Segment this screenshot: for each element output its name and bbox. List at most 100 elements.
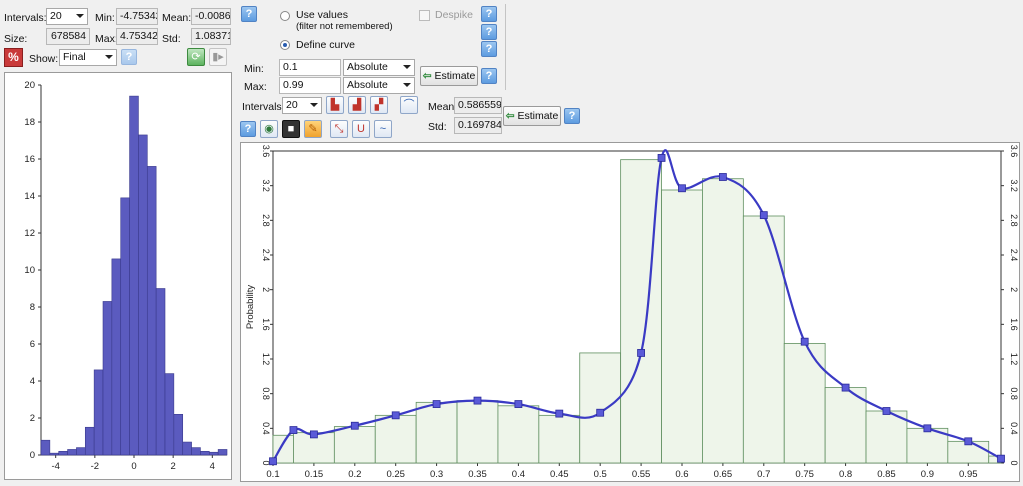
right-histogram-chart: 0 00.4 0.40.8 0.81.2 1.21.6 1.62 22.4 2.42.8 2.8… [245,145,1019,480]
camera-icon[interactable]: ■ [282,120,300,138]
max-value: 4.75342 [116,28,158,45]
curve-control-point [718,173,727,181]
histogram-bar [661,189,703,464]
y-tick-label-right: 3.2 [1009,179,1019,192]
y-tick-label: 16 [24,154,35,165]
histogram-bar [84,426,95,456]
y-tick-label: 0 [30,450,35,461]
curve-max-input[interactable]: 0.99 [279,77,341,94]
percent-icon[interactable]: % [4,48,23,67]
y-tick-label: 8 [30,302,35,313]
size-value: 678584 [46,28,90,45]
use-values-note: (filter not remembered) [296,21,393,32]
histogram-bar [173,413,184,456]
help-icon[interactable]: ? [241,6,257,22]
bar-chart-play-icon[interactable]: ▮▸ [209,48,227,66]
histogram-bar [191,447,201,456]
filter-estimate-button[interactable]: ⇦ Estimate [420,66,478,86]
mean-value: 0.586559 [454,97,502,114]
histogram-bar [138,134,148,456]
curve-control-point [923,424,932,433]
x-tick-label: 0 [131,461,136,472]
curve-control-point [350,421,359,430]
curve-min-input[interactable]: 0.1 [279,59,341,76]
y-tick-label: 20 [24,80,35,91]
y-tick-label: 2.4 [261,249,271,262]
y-tick-label: 10 [24,265,35,276]
curve-icon[interactable]: ⌒ [400,96,418,114]
smooth-curve-icon[interactable]: ~ [374,120,392,138]
histogram-bar [40,439,51,456]
y-tick-label: 1.6 [261,318,271,331]
curve-min-mode-select[interactable]: Absolute [343,59,415,76]
help-icon[interactable]: ? [564,108,580,124]
curve-control-point [800,337,809,346]
edit-point-icon[interactable]: ⤡ [330,120,348,138]
define-curve-radio[interactable] [280,40,290,50]
y-tick-label-right: 2.8 [1009,214,1019,227]
magnet-icon[interactable]: U [352,120,370,138]
curve-control-point [657,154,666,162]
intervals-select[interactable]: 20 [282,97,322,114]
x-tick-label: 0.35 [468,469,487,480]
help-icon[interactable]: ? [481,6,497,22]
despike-checkbox[interactable] [419,10,430,21]
help-icon[interactable]: ? [240,121,256,137]
histogram-bar [208,451,219,456]
define-curve-label: Define curve [296,39,355,51]
help-icon[interactable]: ? [121,49,137,65]
estimate-button[interactable]: ⇦ Estimate [503,106,561,126]
x-tick-label: 4 [210,461,215,472]
chevron-down-icon [403,65,411,69]
x-tick-label: -2 [91,461,99,472]
std-value: 1.08371 [191,28,231,45]
curve-control-point [678,184,686,193]
left-histogram-chart: 0 2 4 6 8 10 12 14 16 18 20 -4 -2 0 2 4 [24,80,228,472]
curve-control-point [596,408,605,417]
histogram-bar [120,197,130,456]
y-tick-label: 4 [30,376,35,387]
histogram-bar [538,414,581,464]
x-tick-label: 0.2 [348,469,361,480]
intervals-select[interactable]: 20 [46,8,88,25]
help-icon[interactable]: ? [481,41,497,57]
histogram-bar [783,342,826,464]
histogram-curve-icon[interactable]: ▞ [370,96,388,114]
use-values-radio[interactable] [280,11,290,21]
help-icon[interactable]: ? [481,24,497,40]
histogram-bar [155,288,166,456]
y-tick-label-right: 3.6 [1009,145,1019,158]
pencil-icon[interactable]: ✎ [304,120,322,138]
help-icon[interactable]: ? [481,68,497,84]
x-tick-label: 0.5 [594,469,607,480]
refresh-icon[interactable]: ⟳ [187,48,205,66]
y-tick-label-right: 0.4 [1009,422,1019,435]
y-tick-label-right: 0.8 [1009,387,1019,400]
cumulative-histogram-icon[interactable]: ▟ [348,96,366,114]
chevron-down-icon [76,14,84,18]
histogram-bar [374,414,417,464]
mean-label: Mean: [162,12,192,24]
mean-label: Mean: [428,101,458,113]
curve-max-mode-select[interactable]: Absolute [343,77,415,94]
y-tick-label: 14 [24,191,35,202]
y-tick-label: 1.2 [261,353,271,366]
y-tick-label-right: 1.6 [1009,318,1019,331]
max-label: Max: [95,33,118,45]
curve-control-point [841,383,850,392]
histogram-bar [217,449,228,456]
curve-control-point [637,349,645,357]
x-tick-label: 0.95 [959,469,978,480]
show-select[interactable]: Final [59,49,117,66]
histogram-icon[interactable]: ▙ [326,96,344,114]
mean-value: -0.00861 [191,8,231,25]
min-label: Min: [95,12,115,24]
y-tick-label-right: 2.4 [1009,249,1019,262]
chevron-down-icon [105,55,113,59]
intervals-label: Intervals: [4,12,47,24]
arrow-left-icon: ⇦ [505,110,515,122]
histogram-bar [111,258,122,456]
x-tick-label: 2 [171,461,176,472]
view-icon[interactable]: ◉ [260,120,278,138]
histogram-bar [58,450,68,456]
